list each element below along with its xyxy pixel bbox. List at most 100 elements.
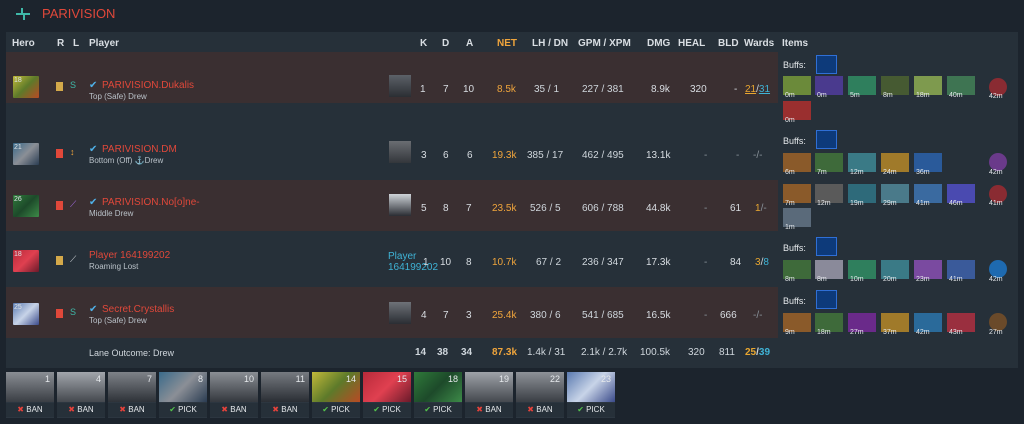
last-hits: 35: [534, 84, 546, 95]
lane-safe-icon: S: [70, 80, 77, 90]
draft-slot[interactable]: 18 ✔ PICK: [414, 372, 462, 418]
player-avatar-label: Player 164199202: [388, 251, 439, 273]
item-time: 43m: [949, 329, 963, 336]
damage: 44.8k: [646, 203, 671, 214]
observer-wards[interactable]: 3: [755, 257, 761, 268]
buff-icon[interactable]: [816, 55, 837, 74]
team-name[interactable]: PARIVISION: [42, 6, 115, 21]
team-logo-icon: [16, 8, 30, 20]
gpm: 541: [582, 310, 599, 321]
item-time: 41m: [949, 276, 963, 283]
lane-result: Roaming Lost: [89, 262, 139, 271]
col-a[interactable]: A: [466, 38, 473, 50]
item-time: 9m: [785, 329, 795, 336]
col-d[interactable]: D: [442, 38, 449, 50]
healing: -: [704, 310, 708, 321]
sentry-wards[interactable]: 31: [759, 84, 770, 95]
lane-mid-icon: ⟋: [70, 199, 77, 209]
item-time: 24m: [883, 169, 897, 176]
assists: 3: [466, 310, 472, 321]
assists: 7: [466, 203, 472, 214]
col-lhdn[interactable]: LH / DN: [532, 38, 568, 50]
building-damage: -: [734, 84, 738, 95]
item-time: 18m: [916, 92, 930, 99]
draft-order: 4: [95, 374, 101, 384]
player-avatar[interactable]: [389, 194, 411, 216]
gpm-xpm: 606 / 788: [582, 203, 624, 214]
draft-slot[interactable]: 7 ✖ BAN: [108, 372, 156, 418]
wards: -/-: [753, 310, 763, 321]
player-name[interactable]: PARIVISION.No[o]ne-: [102, 197, 200, 208]
item-time: 29m: [883, 200, 897, 207]
buff-icon[interactable]: [816, 130, 837, 149]
draft-order: 1: [44, 374, 50, 384]
item-time: 1m: [785, 224, 795, 231]
col-gpmxpm[interactable]: GPM / XPM: [578, 38, 631, 50]
deaths: 7: [443, 310, 449, 321]
draft-slot[interactable]: 11 ✖ BAN: [261, 372, 309, 418]
draft-slot[interactable]: 15 ✔ PICK: [363, 372, 411, 418]
draft-slot[interactable]: 14 ✔ PICK: [312, 372, 360, 418]
draft-type: PICK: [586, 405, 605, 414]
draft-slot[interactable]: 4 ✖ BAN: [57, 372, 105, 418]
draft-slot[interactable]: 23 ✔ PICK: [567, 372, 615, 418]
lh-dn: 385 / 17: [527, 150, 564, 161]
item-time: 10m: [850, 276, 864, 283]
col-l: L: [73, 38, 80, 49]
denies: 1: [553, 84, 560, 95]
neutral-item-time: 42m: [989, 93, 1003, 100]
draft-type: BAN: [77, 405, 94, 414]
hero-level: 25: [14, 304, 22, 311]
draft-slot[interactable]: 10 ✖ BAN: [210, 372, 258, 418]
ban-icon: ✖: [272, 405, 279, 414]
last-hits: 67: [536, 257, 548, 268]
lh-dn: 67 / 2: [536, 257, 562, 268]
kills: 1: [423, 257, 429, 268]
item-time: 7m: [817, 169, 827, 176]
player-avatar[interactable]: [389, 141, 411, 163]
observer-wards[interactable]: 21: [745, 84, 756, 95]
denies: 17: [552, 150, 564, 161]
hero-level: 26: [14, 196, 22, 203]
sentry-wards[interactable]: 8: [763, 257, 769, 268]
item-time: 12m: [850, 169, 864, 176]
damage: 16.5k: [646, 310, 671, 321]
col-r: R: [57, 38, 65, 49]
col-items: Items: [782, 38, 809, 49]
item-time: 19m: [850, 200, 864, 207]
col-heal[interactable]: HEAL: [678, 38, 705, 50]
col-net[interactable]: NET: [497, 38, 517, 50]
player-avatar[interactable]: [389, 302, 411, 324]
xpm: 495: [607, 150, 624, 161]
xpm: 788: [607, 203, 624, 214]
healing: -: [704, 257, 708, 268]
role-icon: [56, 256, 63, 265]
net-worth: 8.5k: [497, 84, 516, 95]
verified-icon: ✔: [89, 197, 98, 208]
player-name[interactable]: PARIVISION.DM: [102, 144, 177, 155]
player-avatar[interactable]: [389, 75, 411, 97]
col-k[interactable]: K: [420, 38, 427, 50]
gpm-xpm: 227 / 381: [582, 84, 624, 95]
col-dmg[interactable]: DMG: [647, 38, 670, 50]
col-bld[interactable]: BLD: [718, 38, 739, 50]
col-hero: Hero: [12, 38, 35, 49]
wards-rest: /-: [760, 203, 767, 214]
total-gpm-xpm: 2.1k / 2.7k: [581, 347, 628, 358]
col-wards[interactable]: Wards: [744, 38, 774, 50]
player-name[interactable]: Player 164199202: [89, 250, 170, 261]
draft-slot[interactable]: 8 ✔ PICK: [159, 372, 207, 418]
building-damage: 61: [730, 203, 742, 214]
buff-icon[interactable]: [816, 290, 837, 309]
buff-icon[interactable]: [816, 237, 837, 256]
draft-slot[interactable]: 22 ✖ BAN: [516, 372, 564, 418]
draft-slot[interactable]: 1 ✖ BAN: [6, 372, 54, 418]
player-name[interactable]: PARIVISION.Dukalis: [102, 80, 194, 91]
item-time: 0m: [785, 92, 795, 99]
draft-order: 22: [549, 374, 560, 384]
lane-result: Middle Drew: [89, 209, 134, 218]
player-name[interactable]: Secret.Crystallis: [102, 304, 174, 315]
gpm-xpm: 541 / 685: [582, 310, 624, 321]
draft-slot[interactable]: 19 ✖ BAN: [465, 372, 513, 418]
draft-order: 15: [396, 374, 407, 384]
